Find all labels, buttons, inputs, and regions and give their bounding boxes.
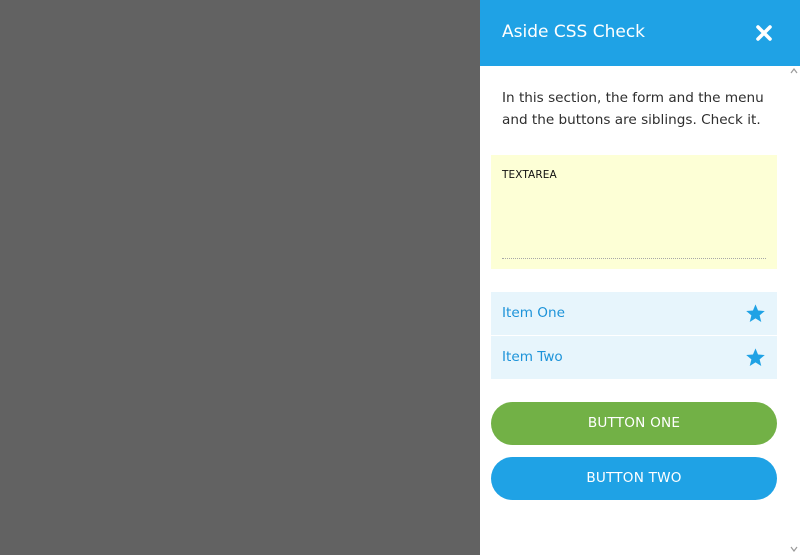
menu-item-label: Item Two <box>502 349 563 365</box>
close-icon <box>756 25 772 41</box>
button-one[interactable]: BUTTON ONE <box>491 402 777 445</box>
scroll-down-arrow-icon[interactable] <box>790 545 798 553</box>
star-icon <box>745 347 766 368</box>
close-button[interactable] <box>753 22 775 44</box>
vertical-scrollbar[interactable] <box>788 66 800 555</box>
aside-menu: Item One Item Two <box>491 292 777 380</box>
aside-panel: Aside CSS Check In this section, the for… <box>480 0 800 555</box>
aside-header: Aside CSS Check <box>480 0 800 66</box>
menu-item-label: Item One <box>502 305 565 321</box>
textarea-field[interactable]: TEXTAREA <box>491 155 777 269</box>
menu-item-one[interactable]: Item One <box>491 292 777 335</box>
aside-title: Aside CSS Check <box>502 22 646 42</box>
button-two[interactable]: BUTTON TWO <box>491 457 777 500</box>
textarea-label: TEXTAREA <box>502 169 557 181</box>
textarea-underline <box>502 258 766 259</box>
menu-item-two[interactable]: Item Two <box>491 336 777 379</box>
star-icon <box>745 303 766 324</box>
page-overlay[interactable] <box>0 0 480 555</box>
scroll-up-arrow-icon[interactable] <box>790 67 798 75</box>
intro-text: In this section, the form and the menu a… <box>502 90 764 128</box>
